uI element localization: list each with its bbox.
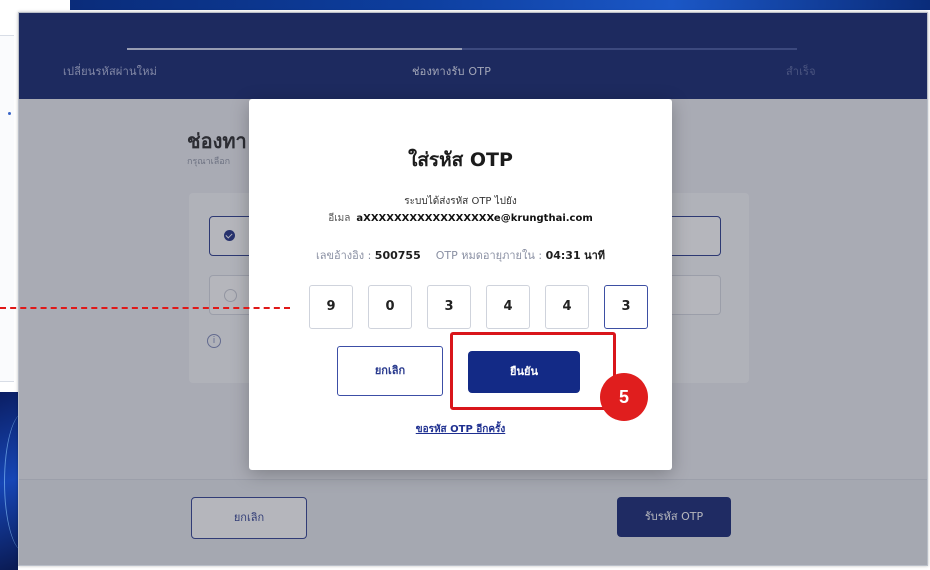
- otp-digit-input-6[interactable]: 3: [604, 285, 648, 329]
- expiry-label: OTP หมดอายุภายใน :: [435, 249, 543, 262]
- resend-otp-link[interactable]: ขอรหัส OTP อีกครั้ง: [249, 422, 672, 437]
- background-card: [0, 35, 14, 382]
- background-dot: [8, 112, 11, 115]
- app-window: เปลี่ยนรหัสผ่านใหม่ ช่องทางรับ OTP สำเร็…: [18, 12, 928, 566]
- background-strip: [70, 0, 930, 10]
- reference-label: เลขอ้างอิง :: [315, 249, 372, 262]
- annotation-pointer-line: [0, 307, 290, 309]
- email-value: aXXXXXXXXXXXXXXXXXe@krungthai.com: [356, 213, 593, 224]
- email-label: อีเมล: [328, 213, 351, 224]
- otp-digit-input-5[interactable]: 4: [545, 285, 589, 329]
- expiry-unit: นาที: [584, 249, 606, 262]
- otp-email-line: อีเมล aXXXXXXXXXXXXXXXXXe@krungthai.com: [249, 211, 672, 226]
- otp-digit-input-4[interactable]: 4: [486, 285, 530, 329]
- otp-digit-input-3[interactable]: 3: [427, 285, 471, 329]
- background-wallpaper: [0, 392, 18, 570]
- otp-dialog-title: ใส่รหัส OTP: [408, 149, 513, 171]
- annotation-step-badge: 5: [600, 373, 648, 421]
- expiry-countdown: 04:31: [545, 249, 581, 262]
- otp-digit-input-2[interactable]: 0: [368, 285, 412, 329]
- annotation-highlight-box: [450, 332, 616, 410]
- otp-sent-message: ระบบได้ส่งรหัส OTP ไปยัง: [404, 196, 517, 207]
- otp-reference-line: เลขอ้างอิง : 500755 OTP หมดอายุภายใน : 0…: [249, 246, 672, 264]
- reference-value: 500755: [374, 249, 421, 262]
- otp-digit-input-1[interactable]: 9: [309, 285, 353, 329]
- otp-cancel-button[interactable]: ยกเลิก: [337, 346, 443, 396]
